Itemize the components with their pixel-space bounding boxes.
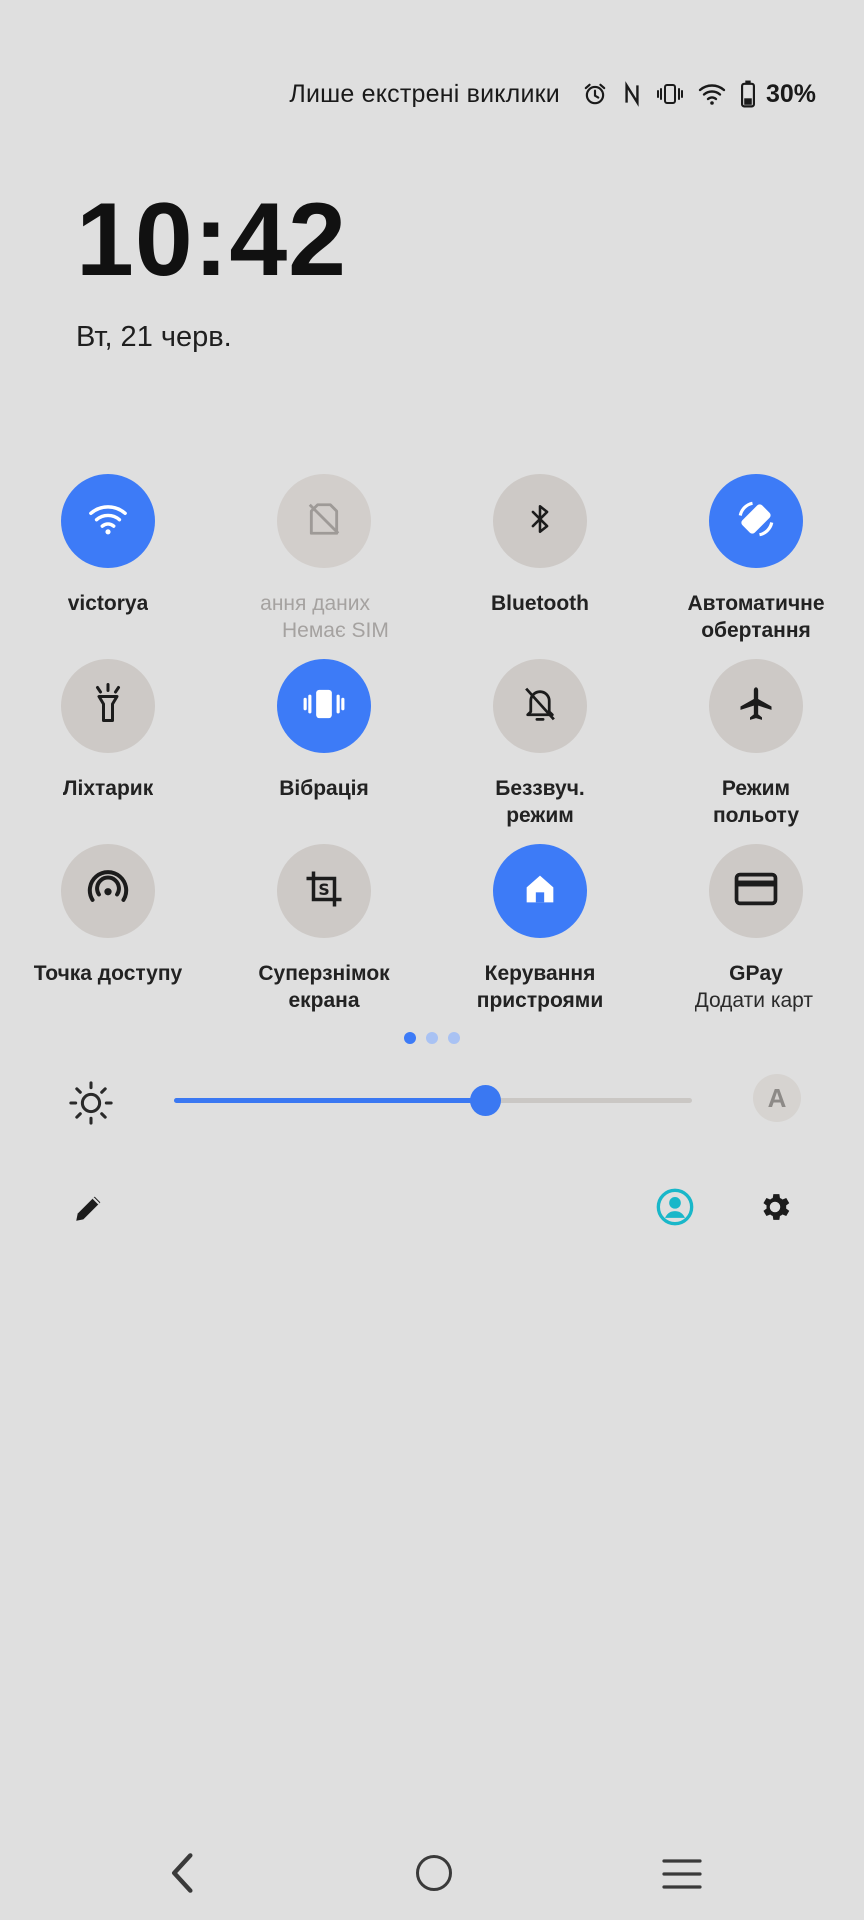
tile-sublabel: Додати карт — [694, 989, 814, 1012]
tile-label: Автоматичне — [687, 592, 825, 615]
navigation-bar — [0, 1845, 864, 1905]
user-icon[interactable] — [655, 1187, 695, 1232]
screenshot-crop-icon: S — [303, 868, 345, 915]
tile-row: Точка доступу S Суперзнімок екрана Керув… — [0, 844, 864, 1029]
page-dot — [448, 1032, 460, 1044]
wifi-toggle[interactable] — [61, 474, 155, 568]
tile-label: victorya — [67, 592, 149, 615]
tile-sublabel: Немає SIM — [282, 619, 389, 642]
tile-flashlight[interactable]: Ліхтарик — [0, 659, 216, 844]
tile-label: Керування — [484, 962, 596, 985]
tile-sublabel: пристроями — [476, 989, 604, 1012]
airplane-mode-toggle[interactable] — [709, 659, 803, 753]
brightness-slider[interactable] — [174, 1085, 692, 1116]
tile-row: victorya ання даних Немає SIM Bluetooth — [0, 474, 864, 659]
brightness-row: A — [0, 1068, 864, 1132]
silent-mode-toggle[interactable] — [493, 659, 587, 753]
tile-label: Ліхтарик — [62, 777, 154, 800]
auto-brightness-button[interactable]: A — [753, 1074, 801, 1122]
tile-label: Беззвуч. — [495, 777, 585, 800]
quick-settings-footer — [0, 1183, 864, 1231]
edit-icon[interactable] — [72, 1191, 106, 1230]
nfc-icon — [622, 81, 642, 107]
tile-sublabel: обертання — [701, 619, 811, 642]
vibration-toggle[interactable] — [277, 659, 371, 753]
emergency-calls-only-text: Лише екстрені виклики — [289, 79, 560, 108]
tile-hotspot[interactable]: Точка доступу — [0, 844, 216, 1029]
auto-rotate-toggle[interactable] — [709, 474, 803, 568]
airplane-icon — [736, 684, 776, 729]
brightness-slider-fill — [174, 1098, 485, 1103]
vibrate-icon — [656, 81, 684, 107]
silent-bell-icon — [521, 684, 559, 729]
tile-label: Bluetooth — [491, 592, 589, 615]
tile-device-controls[interactable]: Керування пристроями — [432, 844, 648, 1029]
brightness-slider-thumb[interactable] — [469, 1085, 501, 1116]
tile-super-screenshot[interactable]: S Суперзнімок екрана — [216, 844, 432, 1029]
tile-wifi[interactable]: victorya — [0, 474, 216, 659]
alarm-icon — [582, 81, 608, 107]
page-dot — [426, 1032, 438, 1044]
tile-gpay[interactable]: GPay Додати карт — [648, 844, 864, 1029]
tile-label: ання даних — [260, 592, 370, 615]
quick-settings-grid: victorya ання даних Немає SIM Bluetooth — [0, 474, 864, 1029]
vibrate-icon — [302, 685, 346, 728]
tile-sublabel: режим — [506, 804, 574, 827]
page-indicator — [404, 1032, 460, 1044]
tile-label: Режим — [721, 777, 791, 800]
clock-time[interactable]: 10:42 — [76, 188, 347, 292]
bluetooth-toggle[interactable] — [493, 474, 587, 568]
tile-label: Точка доступу — [33, 962, 183, 985]
wifi-icon — [88, 499, 128, 544]
battery-icon — [740, 80, 756, 108]
tile-silent-mode[interactable]: Беззвуч. режим — [432, 659, 648, 844]
tile-row: Ліхтарик Вібрація Беззвуч. режим Режим п… — [0, 659, 864, 844]
recents-icon[interactable] — [662, 1857, 702, 1896]
page-dot — [404, 1032, 416, 1044]
tile-mobile-data[interactable]: ання даних Немає SIM — [216, 474, 432, 659]
tile-label: Суперзнімок — [258, 962, 390, 985]
gear-icon[interactable] — [757, 1189, 793, 1230]
tile-vibration[interactable]: Вібрація — [216, 659, 432, 844]
bluetooth-icon — [523, 500, 557, 543]
gpay-toggle[interactable] — [709, 844, 803, 938]
hotspot-icon — [86, 869, 130, 914]
tile-label: Вібрація — [279, 777, 369, 800]
back-icon[interactable] — [168, 1851, 198, 1900]
tile-airplane-mode[interactable]: Режим польоту — [648, 659, 864, 844]
no-sim-icon — [305, 500, 343, 543]
battery-percentage: 30% — [765, 79, 816, 108]
mobile-data-toggle[interactable] — [277, 474, 371, 568]
wifi-icon — [698, 82, 726, 106]
status-bar: Лише екстрені виклики 30% — [289, 76, 816, 112]
super-screenshot-toggle[interactable]: S — [277, 844, 371, 938]
tile-bluetooth[interactable]: Bluetooth — [432, 474, 648, 659]
tile-sublabel: екрана — [288, 989, 360, 1012]
flashlight-icon — [90, 682, 126, 730]
svg-text:S: S — [318, 880, 329, 899]
tile-label: GPay — [729, 962, 783, 985]
brightness-icon — [68, 1080, 114, 1131]
hotspot-toggle[interactable] — [61, 844, 155, 938]
device-controls-toggle[interactable] — [493, 844, 587, 938]
home-circle-icon[interactable] — [414, 1853, 454, 1898]
clock-date[interactable]: Вт, 21 черв. — [76, 321, 232, 354]
tile-auto-rotate[interactable]: Автоматичне обертання — [648, 474, 864, 659]
card-icon — [734, 871, 778, 912]
auto-rotate-icon — [735, 498, 777, 545]
home-icon — [520, 869, 560, 914]
tile-sublabel: польоту — [712, 804, 800, 827]
flashlight-toggle[interactable] — [61, 659, 155, 753]
